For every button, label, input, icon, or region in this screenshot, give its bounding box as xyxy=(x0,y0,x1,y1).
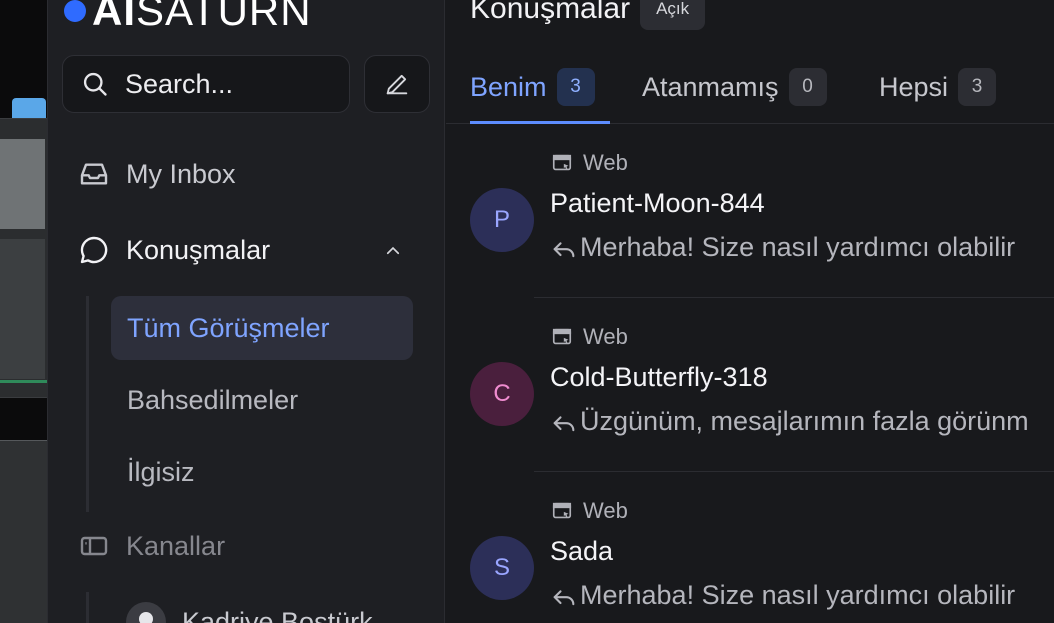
chat-bubble-icon xyxy=(80,236,108,264)
sidebar-item-label: Bahsedilmeler xyxy=(127,384,299,415)
logo-text: AISATURN xyxy=(92,0,312,34)
channels-icon xyxy=(80,536,108,556)
tab-all[interactable]: Hepsi 3 xyxy=(879,66,997,108)
status-badge[interactable]: Açık xyxy=(640,0,706,30)
tab-bar: Benim 3 Atanmamış 0 Hepsi 3 xyxy=(446,60,1054,124)
last-message-text: Üzgünüm, mesajlarımın fazla görünm xyxy=(580,406,1029,436)
web-channel-icon xyxy=(552,154,572,171)
tab-count-badge: 3 xyxy=(958,68,997,106)
channel-name: Web xyxy=(583,324,628,349)
sidebar: AISATURN Search... My Inbox Konuşmalar T… xyxy=(47,0,445,623)
tab-label: Hepsi xyxy=(879,71,949,102)
nav-my-inbox-label: My Inbox xyxy=(126,158,236,189)
reply-arrow-icon xyxy=(553,241,575,257)
compose-button[interactable] xyxy=(364,55,430,113)
channel-label: Web xyxy=(551,150,628,176)
contact-name: Cold-Butterfly-318 xyxy=(550,362,768,392)
channel-label: Web xyxy=(551,498,628,524)
conversation-list-panel: Konuşmalar Açık Benim 3 Atanmamış 0 Heps… xyxy=(446,0,1054,623)
conversation-item[interactable]: C Web Cold-Butterfly-318 Üzgünüm, mesajl… xyxy=(446,298,1054,472)
sidebar-item-label: Tüm Görüşmeler xyxy=(127,312,330,343)
tab-count-badge: 0 xyxy=(788,68,827,106)
folder-icon xyxy=(12,98,46,120)
last-message: Merhaba! Size nasıl yardımcı olabilir xyxy=(550,232,1015,263)
nav-channels[interactable]: Kanallar xyxy=(78,530,225,562)
last-message: Üzgünüm, mesajlarımın fazla görünm xyxy=(550,406,1029,437)
tree-guide-line xyxy=(86,296,89,512)
reply-arrow-icon xyxy=(553,415,575,431)
background-window xyxy=(0,118,47,398)
sidebar-item-agent[interactable]: Kadriye Bostürk xyxy=(126,602,373,623)
conversation-item[interactable]: P Web Patient-Moon-844 Merhaba! Size nas… xyxy=(446,124,1054,298)
reply-arrow-icon xyxy=(553,589,575,605)
channel-name: Web xyxy=(583,498,628,523)
tab-label: Atanmamış xyxy=(642,71,779,102)
tab-mine[interactable]: Benim 3 xyxy=(470,66,595,108)
nav-conversations-label: Konuşmalar xyxy=(126,234,271,265)
web-channel-icon xyxy=(552,328,572,345)
sidebar-item-all-conversations[interactable]: Tüm Görüşmeler xyxy=(111,296,413,360)
channel-label: Web xyxy=(551,324,628,350)
inbox-icon xyxy=(80,163,108,185)
avatar: S xyxy=(470,536,534,600)
tab-label: Benim xyxy=(470,71,547,102)
background-window xyxy=(0,440,47,623)
logo-dot-icon xyxy=(64,0,86,22)
nav-conversations[interactable]: Konuşmalar xyxy=(78,234,418,266)
conversation-item[interactable]: S Web Sada Merhaba! Size nasıl yardımcı … xyxy=(446,472,1054,623)
search-placeholder: Search... xyxy=(125,68,234,99)
nav-channels-label: Kanallar xyxy=(126,530,226,561)
tree-guide-line xyxy=(86,592,89,623)
page-title-text: Konuşmalar xyxy=(470,0,631,25)
tab-count-badge: 3 xyxy=(556,68,595,106)
agent-name: Kadriye Bostürk xyxy=(182,606,373,623)
search-icon xyxy=(83,72,107,96)
nav-my-inbox[interactable]: My Inbox xyxy=(78,158,236,190)
avatar: C xyxy=(470,362,534,426)
web-channel-icon xyxy=(552,502,572,519)
pencil-icon xyxy=(386,74,408,95)
last-message: Merhaba! Size nasıl yardımcı olabilir xyxy=(550,580,1015,611)
search-input[interactable]: Search... xyxy=(62,55,350,113)
last-message-text: Merhaba! Size nasıl yardımcı olabilir xyxy=(580,580,1016,610)
chevron-up-icon[interactable] xyxy=(384,242,402,260)
last-message-text: Merhaba! Size nasıl yardımcı olabilir xyxy=(580,232,1016,262)
avatar: P xyxy=(470,188,534,252)
desktop-background xyxy=(0,0,47,623)
avatar xyxy=(126,602,166,623)
page-title: Konuşmalar Açık xyxy=(470,0,706,30)
tab-unassigned[interactable]: Atanmamış 0 xyxy=(642,66,827,108)
contact-name: Patient-Moon-844 xyxy=(550,188,765,218)
contact-name: Sada xyxy=(550,536,614,566)
sidebar-item-unattended[interactable]: İlgisiz xyxy=(111,440,413,504)
sidebar-item-label: İlgisiz xyxy=(127,456,195,487)
channel-name: Web xyxy=(583,150,628,175)
sidebar-item-mentions[interactable]: Bahsedilmeler xyxy=(111,368,413,432)
brand-logo[interactable]: AISATURN xyxy=(64,0,312,32)
